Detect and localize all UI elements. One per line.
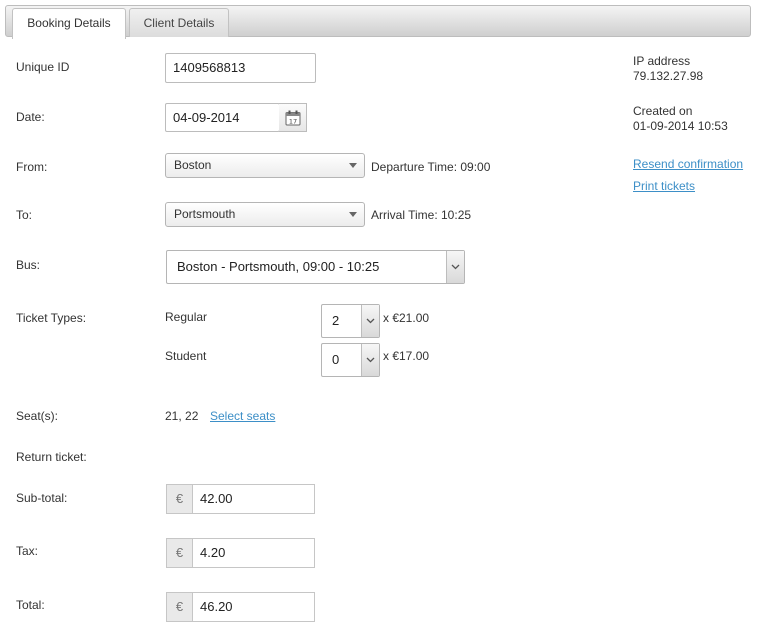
chevron-down-icon [349,212,357,217]
departure-time: Departure Time: 09:00 [371,160,491,174]
ticket-types-label: Ticket Types: [16,311,87,325]
select-seats-link[interactable]: Select seats [210,409,275,423]
calendar-icon: 17 [285,110,301,126]
tab-client-details[interactable]: Client Details [129,8,229,37]
total-label: Total: [16,598,45,612]
ticket-type-student-label: Student [165,349,207,363]
seats-value: 21, 22 [165,409,199,423]
date-label: Date: [16,110,45,124]
regular-qty-select[interactable]: 2 [321,304,380,338]
unique-id-label: Unique ID [16,60,70,74]
student-qty-value: 0 [332,352,340,367]
bus-label: Bus: [16,258,41,272]
euro-icon: € [166,484,193,514]
from-select[interactable]: Boston [165,153,365,178]
bus-select-value: Boston - Portsmouth, 09:00 - 10:25 [177,259,380,274]
chevron-down-icon [366,357,375,363]
student-qty-toggle[interactable] [361,344,379,376]
euro-icon: € [166,538,193,568]
tax-input[interactable]: 4.20 [193,538,315,568]
regular-price: x €21.00 [383,311,430,325]
svg-text:17: 17 [289,118,297,126]
unique-id-input[interactable]: 1409568813 [165,53,316,83]
created-on-value: 01-09-2014 10:53 [633,119,728,133]
bus-select-toggle[interactable] [446,251,464,283]
ip-address-value: 79.132.27.98 [633,69,704,83]
date-input[interactable]: 04-09-2014 [165,103,280,132]
student-price: x €17.00 [383,349,430,363]
from-label: From: [16,160,48,174]
print-tickets-link[interactable]: Print tickets [633,179,695,193]
to-select[interactable]: Portsmouth [165,202,365,227]
euro-icon: € [166,592,193,622]
chevron-down-icon [349,163,357,168]
resend-confirmation-link[interactable]: Resend confirmation [633,157,743,171]
regular-qty-value: 2 [332,313,340,328]
to-select-value: Portsmouth [174,207,236,221]
subtotal-label: Sub-total: [16,491,68,505]
regular-qty-toggle[interactable] [361,305,379,337]
from-select-value: Boston [174,158,212,172]
bus-select[interactable]: Boston - Portsmouth, 09:00 - 10:25 [166,250,465,284]
tax-label: Tax: [16,544,39,558]
to-label: To: [16,208,33,222]
calendar-button[interactable]: 17 [279,103,307,132]
tab-booking-details[interactable]: Booking Details [12,8,126,39]
student-qty-select[interactable]: 0 [321,343,380,377]
ip-address-label: IP address [633,54,691,68]
chevron-down-icon [451,264,460,270]
ticket-type-regular-label: Regular [165,310,208,324]
chevron-down-icon [366,318,375,324]
created-on-label: Created on [633,104,693,118]
arrival-time: Arrival Time: 10:25 [371,208,472,222]
subtotal-input[interactable]: 42.00 [193,484,315,514]
seats-label: Seat(s): [16,409,59,423]
return-ticket-label: Return ticket: [16,450,87,464]
total-input[interactable]: 46.20 [193,592,315,622]
